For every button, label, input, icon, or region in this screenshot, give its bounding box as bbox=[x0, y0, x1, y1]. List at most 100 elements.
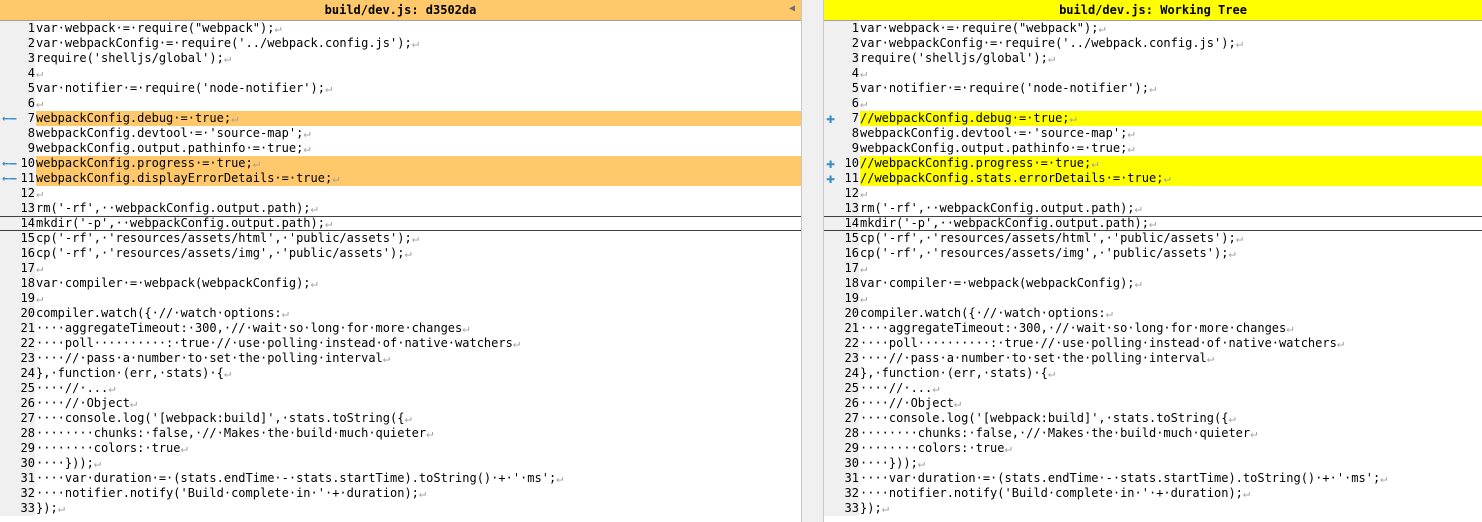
left-code-line[interactable]: 22 ····poll··········:·true·//·use·pollin… bbox=[0, 336, 801, 351]
left-code-line[interactable]: 25 ····//·...↵ bbox=[0, 381, 801, 396]
right-code-line[interactable]: 31 ····var·duration·=·(stats.endTime·-·st… bbox=[824, 471, 1482, 486]
left-code-line[interactable]: ←— 7 webpackConfig.debug·=·true;↵ bbox=[0, 111, 801, 126]
line-code: var·compiler·=·webpack(webpackConfig);↵ bbox=[860, 276, 1142, 290]
return-arrow-icon: ↵ bbox=[1336, 336, 1345, 350]
line-gutter: 22 bbox=[0, 336, 35, 351]
right-code-line[interactable]: 19 ↵ bbox=[824, 291, 1482, 306]
right-code-line[interactable]: 16 cp('-rf',·'resources/assets/img',·'pub… bbox=[824, 246, 1482, 261]
line-code: cp('-rf',·'resources/assets/img',·'publi… bbox=[36, 246, 412, 260]
left-code-line[interactable]: 16 cp('-rf',·'resources/assets/img',·'pub… bbox=[0, 246, 801, 261]
return-arrow-icon: ↵ bbox=[129, 396, 138, 410]
right-code-line[interactable]: 2 var·webpackConfig·=·require('../webpack… bbox=[824, 36, 1482, 51]
left-code-line[interactable]: 13 rm('-rf',··webpackConfig.output.path);… bbox=[0, 201, 801, 216]
left-code-line[interactable]: 18 var·compiler·=·webpack(webpackConfig);… bbox=[0, 276, 801, 291]
line-code: webpackConfig.devtool·=·'source-map';↵ bbox=[36, 126, 311, 140]
pane-splitter[interactable] bbox=[801, 0, 824, 522]
left-code-lines[interactable]: 1 var·webpack·=·require("webpack");↵ 2 var·… bbox=[0, 21, 801, 516]
right-code-line[interactable]: 25 ····//·...↵ bbox=[824, 381, 1482, 396]
right-code-line[interactable]: 27 ····console.log('[webpack:build]',·sta… bbox=[824, 411, 1482, 426]
right-code-line[interactable]: 20 compiler.watch({·//·watch·options:↵ bbox=[824, 306, 1482, 321]
right-code-line[interactable]: ✚ 10//webpackConfig.progress·=·true;↵ bbox=[824, 156, 1482, 171]
left-code-line[interactable]: 1 var·webpack·=·require("webpack");↵ bbox=[0, 21, 801, 36]
left-code-line[interactable]: 19 ↵ bbox=[0, 291, 801, 306]
left-code-line[interactable]: 30 ····}));↵ bbox=[0, 456, 801, 471]
right-code-line[interactable]: ✚ 7//webpackConfig.debug·=·true;↵ bbox=[824, 111, 1482, 126]
line-code: ····poll··········:·true·//·use·polling·… bbox=[860, 336, 1345, 350]
right-code-line[interactable]: 17 ↵ bbox=[824, 261, 1482, 276]
line-number: 15 bbox=[20, 231, 35, 245]
return-arrow-icon: ↵ bbox=[1206, 351, 1215, 365]
right-code-line[interactable]: 22 ····poll··········:·true·//·use·pollin… bbox=[824, 336, 1482, 351]
line-code: webpackConfig.output.pathinfo·=·true;↵ bbox=[36, 141, 311, 155]
right-code-line[interactable]: 32 ····notifier.notify('Build·complete·in… bbox=[824, 486, 1482, 501]
right-code-line[interactable]: 13 rm('-rf',··webpackConfig.output.path);… bbox=[824, 201, 1482, 216]
line-gutter: ✚ 7 bbox=[824, 111, 859, 126]
left-code-line[interactable]: 32 ····notifier.notify('Build·complete·in… bbox=[0, 486, 801, 501]
left-code-line[interactable]: 33});↵ bbox=[0, 501, 801, 516]
right-code-line[interactable]: 5 var·notifier·=·require('node-notifier')… bbox=[824, 81, 1482, 96]
right-code-line[interactable]: 12 ↵ bbox=[824, 186, 1482, 201]
left-diff-pane[interactable]: build/dev.js: d3502da ◀ 1 var·webpack·=·r… bbox=[0, 0, 801, 522]
line-code: ····//·...↵ bbox=[36, 381, 116, 395]
return-arrow-icon: ↵ bbox=[180, 441, 188, 455]
right-code-line[interactable]: 28 ········chunks:·false,·//·Makes·the·bu… bbox=[824, 426, 1482, 441]
line-number: 6 bbox=[27, 96, 35, 110]
left-code-line[interactable]: ←— 11 webpackConfig.displayErrorDetails·=·… bbox=[0, 171, 801, 186]
return-arrow-icon: ↵ bbox=[1004, 441, 1012, 455]
right-code-line[interactable]: 24},·function·(err,·stats)·{↵ bbox=[824, 366, 1482, 381]
right-code-line[interactable]: 8 webpackConfig.devtool·=·'source-map';↵ bbox=[824, 126, 1482, 141]
right-code-line[interactable]: 33});↵ bbox=[824, 501, 1482, 516]
right-code-line[interactable]: 9 webpackConfig.output.pathinfo·=·true;↵ bbox=[824, 141, 1482, 156]
left-code-line[interactable]: 8 webpackConfig.devtool·=·'source-map';↵ bbox=[0, 126, 801, 141]
left-code-line[interactable]: 12 ↵ bbox=[0, 186, 801, 201]
left-code-line[interactable]: 6 ↵ bbox=[0, 96, 801, 111]
left-code-line[interactable]: 29 ········colors:·true↵ bbox=[0, 441, 801, 456]
left-code-line[interactable]: 5 var·notifier·=·require('node-notifier')… bbox=[0, 81, 801, 96]
left-code-line[interactable]: 27 ····console.log('[webpack:build]',·sta… bbox=[0, 411, 801, 426]
right-code-lines[interactable]: 1 var·webpack·=·require("webpack");↵ 2 var·… bbox=[824, 21, 1482, 516]
left-code-line[interactable]: 14 mkdir('-p',··webpackConfig.output.path… bbox=[0, 216, 801, 231]
line-code: });↵ bbox=[860, 501, 889, 515]
left-code-line[interactable]: 15 cp('-rf',·'resources/assets/html',·'pu… bbox=[0, 231, 801, 246]
scroll-arrow-icon[interactable]: ◀ bbox=[789, 3, 795, 15]
line-gutter: 31 bbox=[0, 471, 35, 486]
line-number: 7 bbox=[27, 111, 35, 125]
left-code-line[interactable]: 23 ····//·pass·a·number·to·set·the·pollin… bbox=[0, 351, 801, 366]
right-code-line[interactable]: 1 var·webpack·=·require("webpack");↵ bbox=[824, 21, 1482, 36]
return-arrow-icon: ↵ bbox=[57, 501, 65, 515]
line-number: 8 bbox=[851, 126, 859, 140]
right-code-line[interactable]: 4 ↵ bbox=[824, 66, 1482, 81]
left-code-line[interactable]: 24},·function·(err,·stats)·{↵ bbox=[0, 366, 801, 381]
right-code-line[interactable]: 26 ····//·Object↵ bbox=[824, 396, 1482, 411]
left-code-line[interactable]: 21 ····aggregateTimeout:·300,·//·wait·so·… bbox=[0, 321, 801, 336]
right-code-line[interactable]: 3 require('shelljs/global');↵ bbox=[824, 51, 1482, 66]
line-gutter: 17 bbox=[0, 261, 35, 276]
right-code-line[interactable]: 23 ····//·pass·a·number·to·set·the·pollin… bbox=[824, 351, 1482, 366]
left-code-line[interactable]: 20 compiler.watch({·//·watch·options:↵ bbox=[0, 306, 801, 321]
right-code-line[interactable]: 21 ····aggregateTimeout:·300,·//·wait·so·… bbox=[824, 321, 1482, 336]
right-code-line[interactable]: 14 mkdir('-p',··webpackConfig.output.path… bbox=[824, 216, 1482, 231]
right-code-line[interactable]: 15 cp('-rf',·'resources/assets/html',·'pu… bbox=[824, 231, 1482, 246]
line-gutter: 15 bbox=[0, 231, 35, 246]
left-code-line[interactable]: 9 webpackConfig.output.pathinfo·=·true;↵ bbox=[0, 141, 801, 156]
left-code-line[interactable]: 4 ↵ bbox=[0, 66, 801, 81]
left-code-line[interactable]: 3 require('shelljs/global');↵ bbox=[0, 51, 801, 66]
left-code-line[interactable]: 26 ····//·Object↵ bbox=[0, 396, 801, 411]
right-code-line[interactable]: 6 ↵ bbox=[824, 96, 1482, 111]
line-code: cp('-rf',·'resources/assets/html',·'publ… bbox=[36, 231, 419, 245]
right-code-line[interactable]: 30 ····}));↵ bbox=[824, 456, 1482, 471]
right-diff-pane[interactable]: build/dev.js: Working Tree 1 var·webpack·… bbox=[824, 0, 1482, 522]
line-gutter: 1 bbox=[0, 21, 35, 36]
line-code: ····console.log('[webpack:build]',·stats… bbox=[36, 411, 412, 425]
left-code-line[interactable]: 28 ········chunks:·false,·//·Makes·the·bu… bbox=[0, 426, 801, 441]
line-code: //webpackConfig.debug·=·true;↵ bbox=[860, 111, 1482, 126]
left-code-line[interactable]: 2 var·webpackConfig·=·require('../webpack… bbox=[0, 36, 801, 51]
left-code-line[interactable]: 31 ····var·duration·=·(stats.endTime·-·st… bbox=[0, 471, 801, 486]
right-code-line[interactable]: 29 ········colors:·true↵ bbox=[824, 441, 1482, 456]
line-code: var·webpack·=·require("webpack");↵ bbox=[36, 21, 282, 35]
left-code-line[interactable]: ←— 10 webpackConfig.progress·=·true;↵ bbox=[0, 156, 801, 171]
right-code-line[interactable]: 18 var·compiler·=·webpack(webpackConfig);… bbox=[824, 276, 1482, 291]
line-gutter: 16 bbox=[0, 246, 35, 261]
right-code-line[interactable]: ✚ 11//webpackConfig.stats.errorDetails·=·… bbox=[824, 171, 1482, 186]
left-code-line[interactable]: 17 ↵ bbox=[0, 261, 801, 276]
